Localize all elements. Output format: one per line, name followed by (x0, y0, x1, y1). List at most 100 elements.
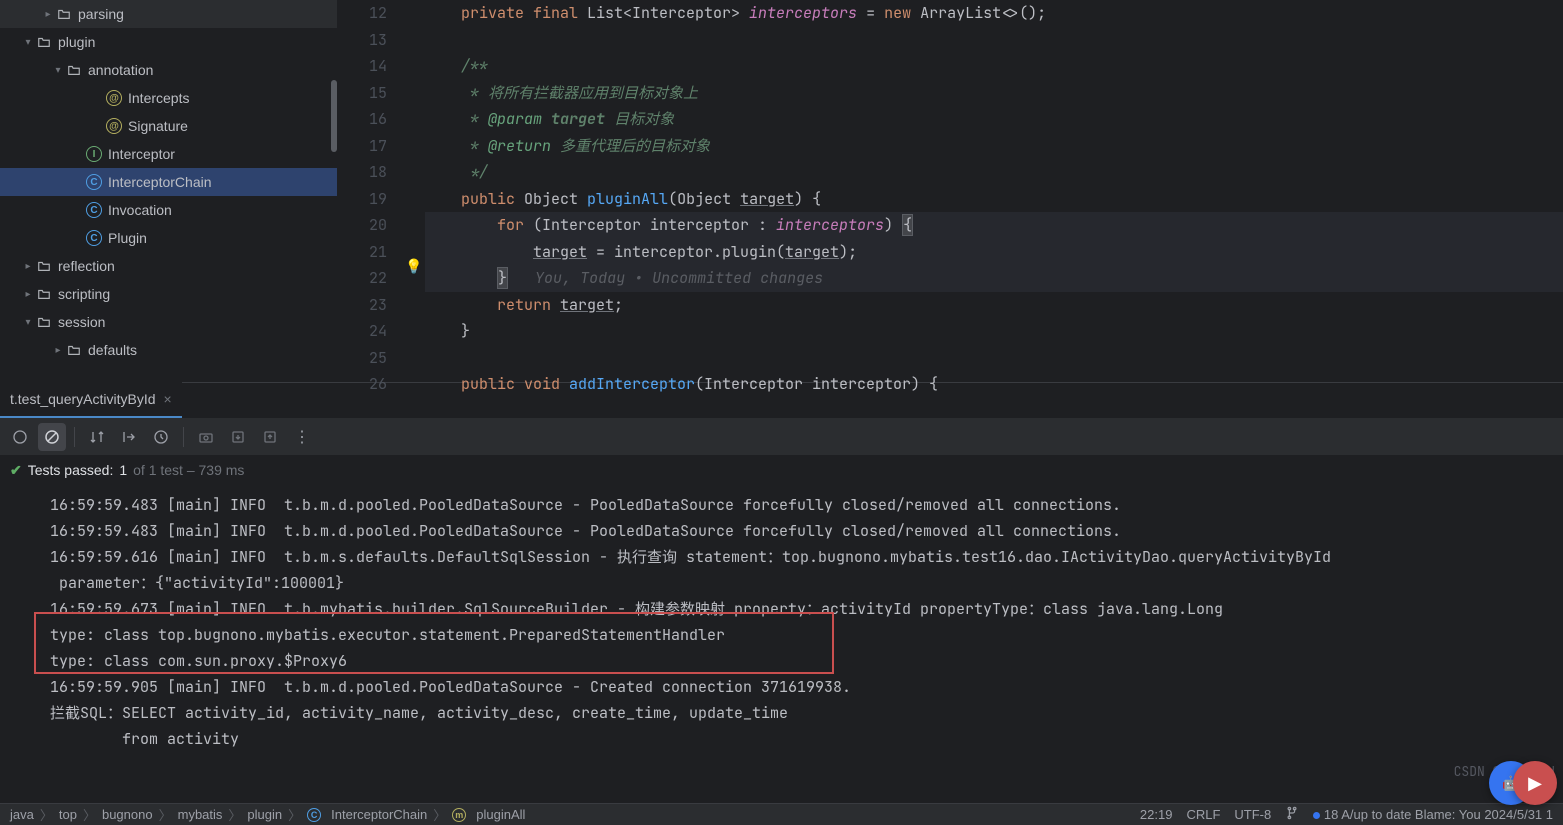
tree-item-signature[interactable]: @ Signature (0, 112, 337, 140)
code-line-13[interactable] (425, 27, 1563, 54)
annotation-icon: @ (106, 118, 122, 134)
folder-icon (66, 342, 82, 358)
crumb-top[interactable]: top (59, 807, 77, 822)
chevron-icon (50, 342, 66, 358)
chevron-icon (20, 34, 36, 50)
console-line: 16:59:59.483 [main] INFO t.b.m.d.pooled.… (50, 492, 1555, 518)
code-line-18[interactable]: */ (425, 159, 1563, 186)
tree-item-scripting[interactable]: scripting (0, 280, 337, 308)
tree-label: Intercepts (128, 90, 189, 106)
code-area[interactable]: private final List<Interceptor> intercep… (425, 0, 1563, 382)
test-summary: ✔ Tests passed: 1 of 1 test – 739 ms (0, 456, 1563, 484)
console-line: type: class com.sun.proxy.$Proxy6 (50, 648, 1555, 674)
code-line-21[interactable]: target = interceptor.plugin(target); (425, 239, 1563, 266)
tree-label: Signature (128, 118, 188, 134)
intention-bulb-icon[interactable]: 💡 (405, 258, 421, 274)
crumb-InterceptorChain[interactable]: CInterceptorChain (307, 807, 427, 822)
crumb-plugin[interactable]: plugin (247, 807, 282, 822)
tree-label: defaults (88, 342, 137, 358)
git-indicator[interactable] (1285, 806, 1299, 823)
console-line: 拦截SQL：SELECT activity_id, activity_name,… (50, 700, 1555, 726)
tree-item-plugin[interactable]: CPlugin (0, 224, 337, 252)
float-button-2[interactable]: ▶ (1513, 761, 1557, 805)
code-line-16[interactable]: * @param target 目标对象 (425, 106, 1563, 133)
tree-item-reflection[interactable]: reflection (0, 252, 337, 280)
console-output[interactable]: 16:59:59.483 [main] INFO t.b.m.d.pooled.… (0, 484, 1563, 803)
import-icon[interactable] (224, 423, 252, 451)
tests-passed-count: 1 (119, 462, 127, 478)
code-line-26[interactable]: public void addInterceptor(Interceptor i… (425, 371, 1563, 398)
code-editor[interactable]: 121314151617181920212223242526 💡 private… (337, 0, 1563, 382)
tree-label: Interceptor (108, 146, 175, 162)
stop-icon[interactable] (38, 423, 66, 451)
code-line-14[interactable]: /** (425, 53, 1563, 80)
more-icon[interactable]: ⋮ (288, 427, 318, 447)
class-icon: C (86, 202, 102, 218)
folder-icon (36, 258, 52, 274)
tree-label: scripting (58, 286, 110, 302)
history-icon[interactable] (147, 423, 175, 451)
console-line: parameter：{"activityId":100001} (50, 570, 1555, 596)
tree-item-parsing[interactable]: parsing (0, 0, 337, 28)
tree-label: Plugin (108, 230, 147, 246)
tree-label: plugin (58, 34, 95, 50)
camera-icon[interactable] (192, 423, 220, 451)
code-line-22[interactable]: } You, Today • Uncommitted changes (425, 265, 1563, 292)
file-tree[interactable]: parsing plugin annotation @ Intercepts @ Signa… (0, 0, 337, 382)
console-line: 16:59:59.616 [main] INFO t.b.m.s.default… (50, 544, 1555, 570)
line-sep[interactable]: CRLF (1186, 807, 1220, 822)
tree-label: reflection (58, 258, 115, 274)
folder-icon (36, 314, 52, 330)
chevron-icon (40, 6, 56, 22)
code-line-24[interactable]: } (425, 318, 1563, 345)
sort-icon[interactable] (83, 423, 111, 451)
tree-label: Invocation (108, 202, 172, 218)
crumb-java[interactable]: java (10, 807, 34, 822)
breadcrumb[interactable]: java〉top〉bugnono〉mybatis〉plugin〉CInterce… (10, 805, 1130, 824)
code-line-12[interactable]: private final List<Interceptor> intercep… (425, 0, 1563, 27)
tree-item-plugin[interactable]: plugin (0, 28, 337, 56)
console-line: type: class top.bugnono.mybatis.executor… (50, 622, 1555, 648)
encoding[interactable]: UTF-8 (1234, 807, 1271, 822)
tree-item-intercepts[interactable]: @ Intercepts (0, 84, 337, 112)
collapse-icon[interactable] (115, 423, 143, 451)
annotation-icon: @ (106, 90, 122, 106)
code-line-17[interactable]: * @return 多重代理后的目标对象 (425, 133, 1563, 160)
code-line-19[interactable]: public Object pluginAll(Object target) { (425, 186, 1563, 213)
status-bar: java〉top〉bugnono〉mybatis〉plugin〉CInterce… (0, 803, 1563, 825)
close-icon[interactable]: × (164, 391, 172, 407)
filter-icon[interactable] (6, 423, 34, 451)
tests-passed-label: Tests passed: (28, 462, 114, 478)
cursor-pos[interactable]: 22:19 (1140, 807, 1173, 822)
blame-status[interactable]: 18 A/up to date Blame: You 2024/5/31 1 (1324, 807, 1553, 822)
tree-item-invocation[interactable]: C Invocation (0, 196, 337, 224)
console-line: 16:59:59.905 [main] INFO t.b.m.d.pooled.… (50, 674, 1555, 700)
tree-label: parsing (78, 6, 124, 22)
folder-icon (36, 34, 52, 50)
tree-item-annotation[interactable]: annotation (0, 56, 337, 84)
console-line: from activity (50, 726, 1555, 752)
chevron-icon (50, 62, 66, 78)
tree-label: InterceptorChain (108, 174, 212, 190)
tree-label: session (58, 314, 105, 330)
tree-item-interceptorchain[interactable]: CInterceptorChain (0, 168, 337, 196)
export-icon[interactable] (256, 423, 284, 451)
code-line-25[interactable] (425, 345, 1563, 372)
tab-label: t.test_queryActivityById (10, 391, 156, 407)
tree-item-interceptor[interactable]: I Interceptor (0, 140, 337, 168)
code-line-20[interactable]: for (Interceptor interceptor : intercept… (425, 212, 1563, 239)
line-gutter: 121314151617181920212223242526 (337, 0, 405, 382)
code-line-23[interactable]: return target; (425, 292, 1563, 319)
crumb-bugnono[interactable]: bugnono (102, 807, 153, 822)
console-line: 16:59:59.483 [main] INFO t.b.m.d.pooled.… (50, 518, 1555, 544)
folder-icon (36, 286, 52, 302)
chevron-icon (20, 314, 36, 330)
tree-item-defaults[interactable]: defaults (0, 336, 337, 364)
crumb-mybatis[interactable]: mybatis (178, 807, 223, 822)
tree-label: annotation (88, 62, 153, 78)
code-line-15[interactable]: * 将所有拦截器应用到目标对象上 (425, 80, 1563, 107)
interface-icon: I (86, 146, 102, 162)
tree-item-session[interactable]: session (0, 308, 337, 336)
run-tab[interactable]: t.test_queryActivityById × (0, 382, 182, 418)
crumb-pluginAll[interactable]: mpluginAll (452, 807, 525, 822)
